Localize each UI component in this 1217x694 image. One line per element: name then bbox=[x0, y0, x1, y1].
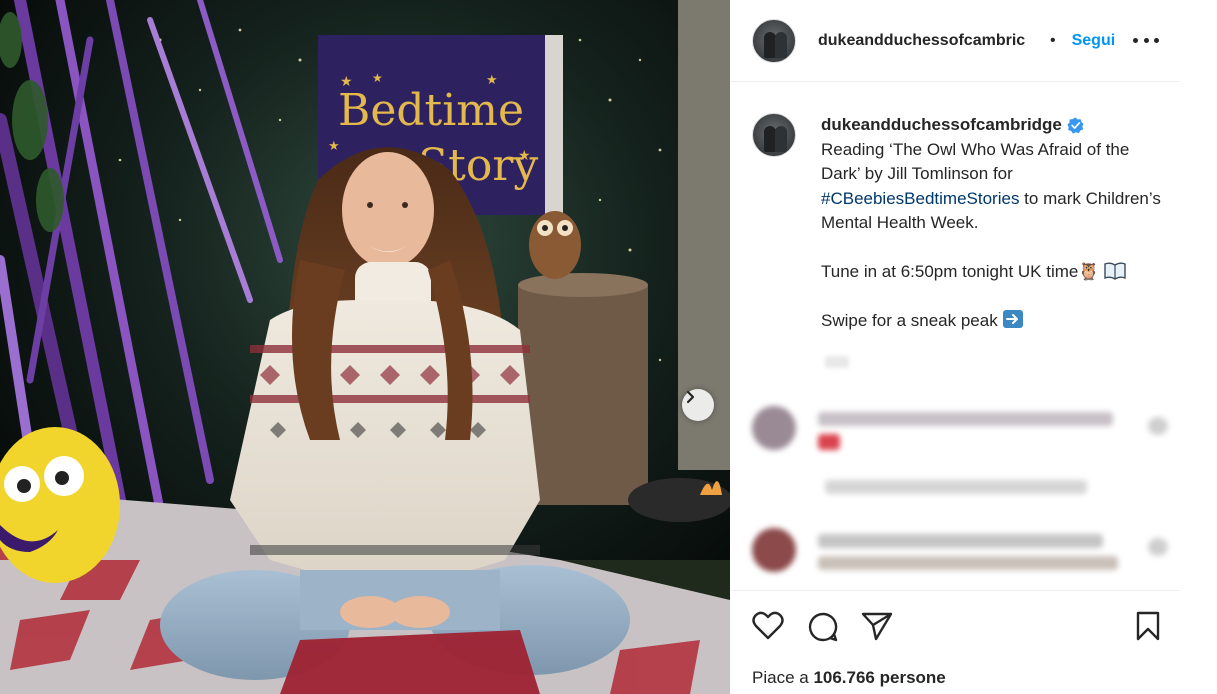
owl-emoji: 🦉 bbox=[1078, 262, 1100, 281]
caption-line-4: Swipe for a sneak peak bbox=[821, 311, 998, 330]
caption-text: dukeandduchessofcambridge Reading ‘The O… bbox=[821, 113, 1171, 334]
likes-suffix: persone bbox=[874, 668, 946, 687]
comment-avatar[interactable] bbox=[752, 528, 796, 572]
paper-plane-icon[interactable] bbox=[861, 611, 893, 641]
svg-text:★: ★ bbox=[486, 72, 498, 87]
caption: dukeandduchessofcambridge Reading ‘The O… bbox=[752, 113, 1182, 334]
more-options-icon[interactable] bbox=[1133, 30, 1159, 50]
comment-bubble-icon[interactable] bbox=[807, 611, 839, 643]
avatar[interactable] bbox=[752, 18, 796, 63]
comment-avatar[interactable] bbox=[752, 406, 796, 450]
caption-line-1: Reading ‘The Owl Who Was Afraid of the D… bbox=[821, 139, 1130, 184]
follow-button[interactable]: Segui bbox=[1072, 32, 1116, 50]
likes-prefix: Piace a bbox=[752, 668, 814, 687]
arrow-right-emoji-icon bbox=[1003, 310, 1024, 328]
caption-username-text[interactable]: dukeandduchessofcambridge bbox=[821, 113, 1062, 138]
post-image: Bedtime Story ★ ★ ★★ ★ bbox=[0, 0, 730, 694]
chevron-right-icon bbox=[686, 390, 695, 404]
post-header: dukeandduchessofcambric • Segui bbox=[730, 0, 1180, 82]
svg-text:★: ★ bbox=[372, 71, 383, 85]
caption-avatar[interactable] bbox=[752, 113, 796, 157]
post-photo[interactable]: Bedtime Story ★ ★ ★ ★ ★ bbox=[0, 0, 730, 694]
comment-like-icon[interactable] bbox=[1148, 538, 1168, 556]
svg-text:★: ★ bbox=[328, 138, 340, 153]
heart-icon[interactable] bbox=[752, 611, 784, 641]
svg-text:★: ★ bbox=[518, 147, 531, 163]
header-username[interactable]: dukeandduchessofcambric bbox=[818, 32, 1045, 50]
action-bar: Piace a 106.766 persone bbox=[730, 590, 1180, 694]
comment-body-blurred bbox=[818, 406, 1118, 450]
comment-body-blurred bbox=[818, 528, 1118, 572]
caption-username[interactable]: dukeandduchessofcambridge bbox=[821, 113, 1084, 138]
svg-text:★: ★ bbox=[340, 73, 353, 89]
caption-line-3: Tune in at 6:50pm tonight UK time bbox=[821, 262, 1079, 281]
next-slide-button[interactable] bbox=[682, 389, 714, 421]
likes-number: 106.766 bbox=[813, 668, 875, 687]
verified-badge-icon bbox=[1067, 117, 1084, 134]
comment-row bbox=[752, 528, 1118, 572]
comment-row bbox=[752, 406, 1118, 450]
bookmark-icon[interactable] bbox=[1135, 611, 1161, 641]
comment-meta-blurred bbox=[825, 480, 1087, 494]
comment-like-icon[interactable] bbox=[1148, 417, 1168, 435]
header-separator: • bbox=[1050, 31, 1056, 49]
post-side-panel: dukeandduchessofcambric • Segui dukeandd… bbox=[730, 0, 1217, 694]
likes-count[interactable]: Piace a 106.766 persone bbox=[752, 668, 946, 688]
sign-text-bedtime: Bedtime bbox=[338, 85, 524, 136]
book-icon bbox=[1104, 262, 1126, 280]
post-time-blurred bbox=[825, 356, 849, 368]
hashtag-link[interactable]: #CBeebiesBedtimeStories bbox=[821, 189, 1019, 208]
